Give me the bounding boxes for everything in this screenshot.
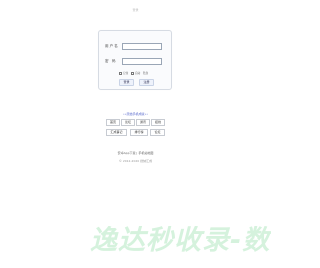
link-messages[interactable]: 通讯 [136,119,150,126]
password-label: 密 码 [105,59,116,63]
footer-links[interactable]: 安卓App下载 | 手机站地图 [0,151,271,155]
link-forum-2[interactable]: 论坛 [150,129,165,136]
watermark-text: 逸达秒收录-数 [90,226,271,256]
remember-checkbox[interactable] [119,71,122,75]
page-title: 登录 [132,8,139,12]
link-online[interactable]: 挂线 [151,119,165,126]
link-forum[interactable]: 论坛 [121,119,135,126]
register-button[interactable]: 注册 [139,79,154,86]
username-input[interactable] [122,43,162,50]
login-options: 记住 自动 隐身 [119,71,150,75]
remember-label: 记住 [123,72,129,75]
auto-login-checkbox[interactable] [131,71,135,75]
login-panel: 用 户 名 密 码 记住 自动 隐身 登录 注册 [98,30,172,90]
footer-copyright: © 2012-2020 搜纳汇成 [118,159,153,163]
link-ranking[interactable]: 排行榜 [130,129,148,136]
username-label: 用 户 名 [105,44,118,48]
link-events[interactable]: 汇成事记 [106,129,127,136]
login-button[interactable]: 登录 [119,79,134,86]
password-input[interactable] [122,58,162,65]
auto-login-label: 自动 [135,72,141,75]
links-header: ••原始手机成版•• [122,112,149,116]
link-home[interactable]: 首页 [106,119,120,126]
invisible-label[interactable]: 隐身 [143,72,148,75]
